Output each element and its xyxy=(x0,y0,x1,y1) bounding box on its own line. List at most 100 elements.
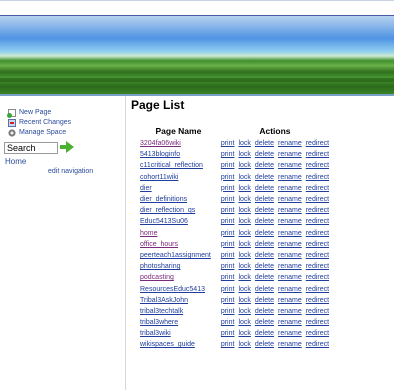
redirect-action-link[interactable]: redirect xyxy=(304,172,331,183)
delete-action-link[interactable]: delete xyxy=(253,306,276,317)
rename-action-link[interactable]: rename xyxy=(276,149,304,160)
page-name-link[interactable]: wikispaces_guide xyxy=(138,339,219,350)
lock-action-link[interactable]: lock xyxy=(236,205,252,216)
lock-action-link[interactable]: lock xyxy=(236,216,252,227)
delete-action-link[interactable]: delete xyxy=(253,149,276,160)
redirect-action-link[interactable]: redirect xyxy=(304,317,331,328)
rename-action-link[interactable]: rename xyxy=(276,216,304,227)
redirect-action-link[interactable]: redirect xyxy=(304,149,331,160)
rename-action-link[interactable]: rename xyxy=(276,194,304,205)
page-name-link[interactable]: photosharing xyxy=(138,261,219,272)
print-action-link[interactable]: print xyxy=(219,183,237,194)
redirect-action-link[interactable]: redirect xyxy=(304,339,331,350)
rename-action-link[interactable]: rename xyxy=(276,172,304,183)
print-action-link[interactable]: print xyxy=(219,205,237,216)
redirect-action-link[interactable]: redirect xyxy=(304,283,331,294)
rename-action-link[interactable]: rename xyxy=(276,328,304,339)
print-action-link[interactable]: print xyxy=(219,160,237,171)
lock-action-link[interactable]: lock xyxy=(236,239,252,250)
print-action-link[interactable]: print xyxy=(219,317,237,328)
page-name-link[interactable]: dier_definitions xyxy=(138,194,219,205)
redirect-action-link[interactable]: redirect xyxy=(304,328,331,339)
rename-action-link[interactable]: rename xyxy=(276,283,304,294)
print-action-link[interactable]: print xyxy=(219,272,237,283)
page-name-link[interactable]: dier xyxy=(138,183,219,194)
lock-action-link[interactable]: lock xyxy=(236,149,252,160)
delete-action-link[interactable]: delete xyxy=(253,205,276,216)
delete-action-link[interactable]: delete xyxy=(253,216,276,227)
delete-action-link[interactable]: delete xyxy=(253,138,276,149)
lock-action-link[interactable]: lock xyxy=(236,250,252,261)
rename-action-link[interactable]: rename xyxy=(276,228,304,239)
page-name-link[interactable]: Tribal3AskJohn xyxy=(138,295,219,306)
delete-action-link[interactable]: delete xyxy=(253,228,276,239)
lock-action-link[interactable]: lock xyxy=(236,172,252,183)
delete-action-link[interactable]: delete xyxy=(253,317,276,328)
rename-action-link[interactable]: rename xyxy=(276,261,304,272)
page-name-link[interactable]: 3204fa06wiki xyxy=(138,138,219,149)
redirect-action-link[interactable]: redirect xyxy=(304,194,331,205)
search-input[interactable]: Search xyxy=(4,142,58,154)
lock-action-link[interactable]: lock xyxy=(236,183,252,194)
rename-action-link[interactable]: rename xyxy=(276,160,304,171)
redirect-action-link[interactable]: redirect xyxy=(304,216,331,227)
lock-action-link[interactable]: lock xyxy=(236,328,252,339)
delete-action-link[interactable]: delete xyxy=(253,295,276,306)
rename-action-link[interactable]: rename xyxy=(276,339,304,350)
delete-action-link[interactable]: delete xyxy=(253,160,276,171)
redirect-action-link[interactable]: redirect xyxy=(304,228,331,239)
print-action-link[interactable]: print xyxy=(219,306,237,317)
lock-action-link[interactable]: lock xyxy=(236,228,252,239)
rename-action-link[interactable]: rename xyxy=(276,306,304,317)
redirect-action-link[interactable]: redirect xyxy=(304,183,331,194)
redirect-action-link[interactable]: redirect xyxy=(304,160,331,171)
delete-action-link[interactable]: delete xyxy=(253,194,276,205)
page-name-link[interactable]: cohort11wiki xyxy=(138,172,219,183)
print-action-link[interactable]: print xyxy=(219,250,237,261)
page-name-link[interactable]: dier_reflection_qs xyxy=(138,205,219,216)
redirect-action-link[interactable]: redirect xyxy=(304,295,331,306)
print-action-link[interactable]: print xyxy=(219,194,237,205)
page-name-link[interactable]: office_hours xyxy=(138,239,219,250)
rename-action-link[interactable]: rename xyxy=(276,183,304,194)
print-action-link[interactable]: print xyxy=(219,295,237,306)
print-action-link[interactable]: print xyxy=(219,149,237,160)
page-name-link[interactable]: home xyxy=(138,228,219,239)
rename-action-link[interactable]: rename xyxy=(276,239,304,250)
delete-action-link[interactable]: delete xyxy=(253,250,276,261)
recent-changes-link[interactable]: Recent Changes xyxy=(8,118,71,127)
lock-action-link[interactable]: lock xyxy=(236,261,252,272)
search-go-arrow-icon[interactable] xyxy=(60,141,74,153)
delete-action-link[interactable]: delete xyxy=(253,239,276,250)
page-name-link[interactable]: tribal3techtalk xyxy=(138,306,219,317)
edit-navigation-link[interactable]: edit navigation xyxy=(48,168,93,175)
redirect-action-link[interactable]: redirect xyxy=(304,138,331,149)
lock-action-link[interactable]: lock xyxy=(236,339,252,350)
redirect-action-link[interactable]: redirect xyxy=(304,306,331,317)
print-action-link[interactable]: print xyxy=(219,239,237,250)
rename-action-link[interactable]: rename xyxy=(276,205,304,216)
redirect-action-link[interactable]: redirect xyxy=(304,261,331,272)
delete-action-link[interactable]: delete xyxy=(253,261,276,272)
page-name-link[interactable]: 5413bloginfo xyxy=(138,149,219,160)
print-action-link[interactable]: print xyxy=(219,328,237,339)
redirect-action-link[interactable]: redirect xyxy=(304,250,331,261)
page-name-link[interactable]: Educ5413Su06 xyxy=(138,216,219,227)
lock-action-link[interactable]: lock xyxy=(236,295,252,306)
page-name-link[interactable]: c11critical_reflection xyxy=(138,160,219,171)
print-action-link[interactable]: print xyxy=(219,283,237,294)
delete-action-link[interactable]: delete xyxy=(253,328,276,339)
delete-action-link[interactable]: delete xyxy=(253,183,276,194)
lock-action-link[interactable]: lock xyxy=(236,317,252,328)
rename-action-link[interactable]: rename xyxy=(276,138,304,149)
rename-action-link[interactable]: rename xyxy=(276,272,304,283)
delete-action-link[interactable]: delete xyxy=(253,339,276,350)
manage-space-link[interactable]: Manage Space xyxy=(8,128,71,137)
page-name-link[interactable]: tribal3where xyxy=(138,317,219,328)
lock-action-link[interactable]: lock xyxy=(236,272,252,283)
lock-action-link[interactable]: lock xyxy=(236,306,252,317)
print-action-link[interactable]: print xyxy=(219,172,237,183)
redirect-action-link[interactable]: redirect xyxy=(304,239,331,250)
rename-action-link[interactable]: rename xyxy=(276,250,304,261)
rename-action-link[interactable]: rename xyxy=(276,317,304,328)
